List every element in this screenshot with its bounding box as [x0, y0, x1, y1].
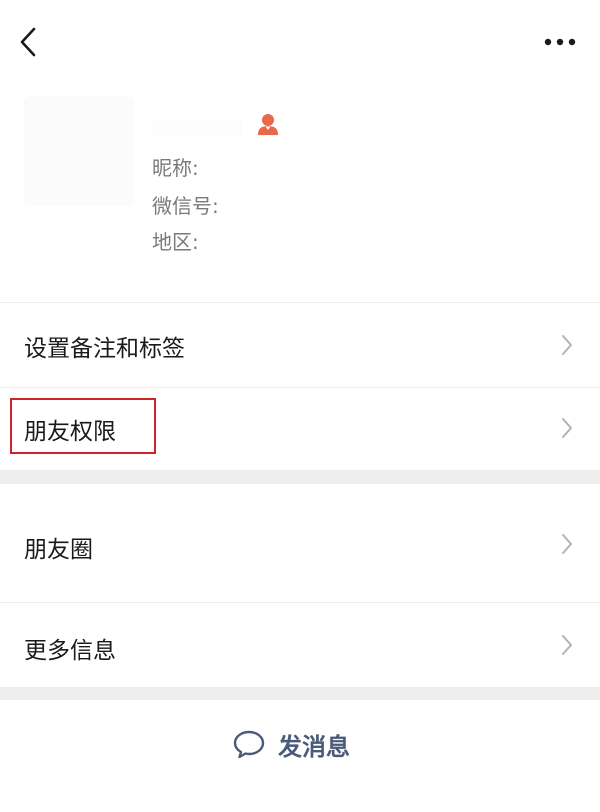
nickname-label: 昵称: [152, 156, 199, 180]
more-dots-icon[interactable] [540, 28, 580, 56]
more-info-row[interactable]: 更多信息 [0, 603, 600, 687]
chevron-right-icon [562, 635, 572, 655]
profile-header: 昵称: 微信号: 地区: [0, 90, 600, 302]
wechat-id-label: 微信号: [152, 194, 219, 218]
section-gap [0, 687, 600, 700]
chat-bubble-icon [233, 730, 265, 759]
display-name [152, 120, 242, 136]
remark-tags-row[interactable]: 设置备注和标签 [0, 303, 600, 387]
top-bar [0, 0, 600, 90]
region-label: 地区: [152, 230, 199, 254]
moments-row[interactable]: 朋友圈 [0, 484, 600, 602]
send-message-button[interactable]: 发消息 [232, 724, 350, 764]
chevron-left-icon[interactable] [12, 24, 48, 60]
more-info-label: 更多信息 [24, 638, 116, 664]
avatar[interactable] [24, 96, 134, 206]
send-message-row: 发消息 [0, 700, 600, 790]
send-message-label: 发消息 [278, 732, 350, 761]
remark-tags-label: 设置备注和标签 [24, 336, 185, 362]
chevron-right-icon [562, 418, 572, 438]
chevron-right-icon [562, 335, 572, 355]
highlight-box [10, 398, 156, 454]
section-gap [0, 470, 600, 484]
moments-label: 朋友圈 [24, 537, 93, 563]
female-user-icon [258, 114, 278, 135]
chevron-right-icon [562, 534, 572, 554]
